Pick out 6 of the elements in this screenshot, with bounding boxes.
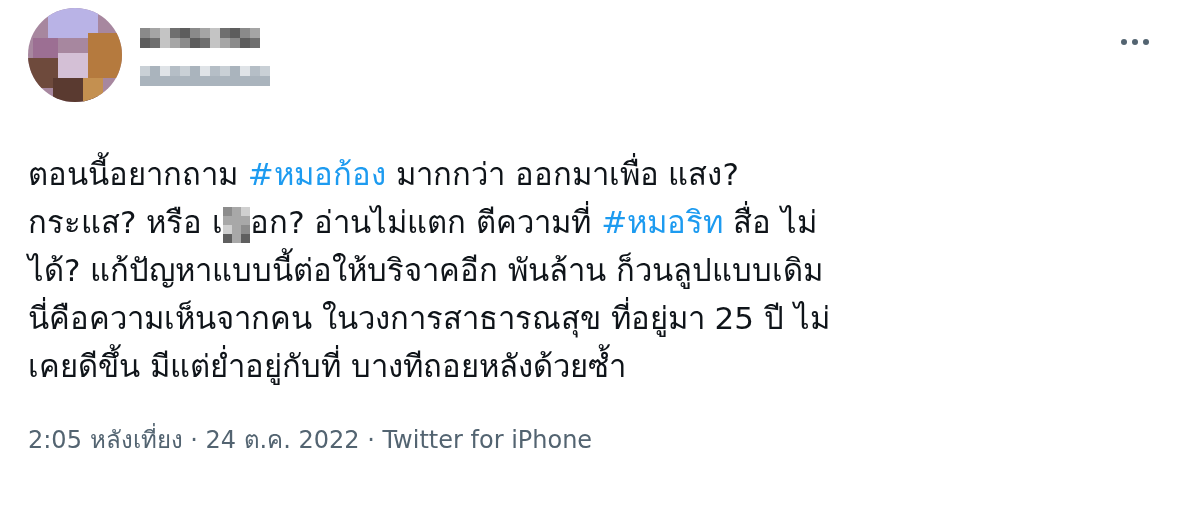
tweet-timestamp: 2:05 หลังเที่ยง · 24 ต.ค. 2022 · Twitter for iPhone [28,420,593,459]
hashtag-link[interactable]: #หมอริท [601,204,724,240]
more-icon[interactable] [1120,38,1150,46]
hashtag-link[interactable]: #หมอก้อง [247,156,386,192]
tweet-text: ตอนนี้อยากถาม #หมอก้อง มากกว่า ออกมาเพื่อ แสง? กระแส? หรือ เ อก? อ่านไม่แตก ตีความที่ #หมอริท สื่อ ไม่ ได้? แก้ปัญหาแบบนี้ต่อให้บริจาคอีก พันล้าน ก็วนลูปแบบเดิม นี่คือความเห็นจากคน ในวงการสาธารณสุข ที่อยู่มา 25 ปี ไม่ เคยดีขึ้น มีแต่ย่ำอยู่กับที่ บางทีถอยหลังด้วยซ้ำ [28,150,1152,390]
censor-mosaic [223,206,251,243]
